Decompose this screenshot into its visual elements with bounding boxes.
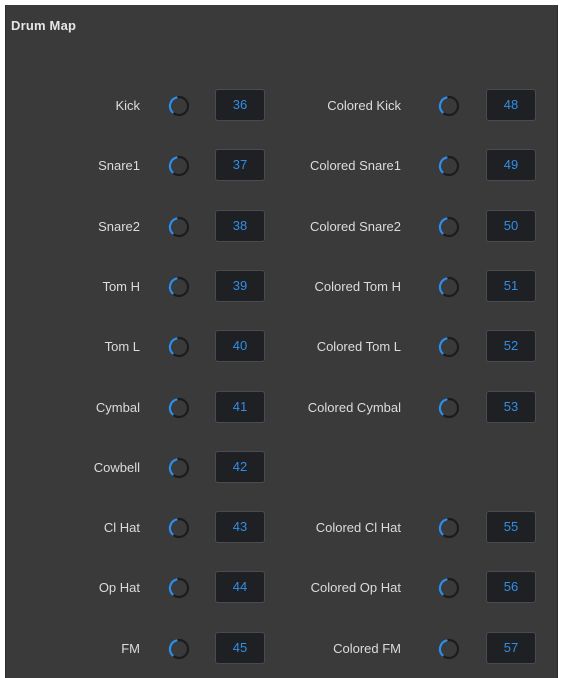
drum-label: Colored Cymbal: [307, 400, 401, 415]
drum-map-row: Colored Op Hat 56: [6, 571, 559, 605]
note-number-field[interactable]: 51: [486, 270, 536, 302]
drum-label: Colored Op Hat: [310, 580, 401, 595]
drum-map-row: Colored Tom H 51: [6, 270, 559, 304]
drum-label: Colored Snare2: [309, 219, 401, 234]
panel-title: Drum Map: [11, 18, 77, 33]
rotary-knob-icon[interactable]: [168, 457, 190, 479]
drum-label: Cowbell: [93, 460, 140, 475]
drum-label: Colored FM: [333, 641, 401, 656]
note-number-field[interactable]: 52: [486, 330, 536, 362]
rotary-knob-icon[interactable]: [438, 638, 460, 660]
drum-map-row: Colored Tom L 52: [6, 330, 559, 364]
drum-label: Colored Tom H: [314, 279, 401, 294]
rotary-knob-icon[interactable]: [438, 216, 460, 238]
drum-label: Colored Cl Hat: [315, 520, 401, 535]
rotary-knob-icon[interactable]: [438, 397, 460, 419]
note-number-field[interactable]: 49: [486, 149, 536, 181]
rotary-knob-icon[interactable]: [438, 95, 460, 117]
rotary-knob-icon[interactable]: [438, 577, 460, 599]
drum-map-row: Cowbell 42: [6, 451, 559, 485]
drum-map-row: Colored FM 57: [6, 632, 559, 666]
drum-map-row: Colored Cl Hat 55: [6, 511, 559, 545]
note-number-field[interactable]: 48: [486, 89, 536, 121]
drum-label: Colored Snare1: [309, 158, 401, 173]
rotary-knob-icon[interactable]: [438, 276, 460, 298]
drum-map-row: Colored Snare1 49: [6, 149, 559, 183]
drum-label: Colored Tom L: [316, 339, 401, 354]
drum-label: Colored Kick: [327, 98, 401, 113]
note-number-field[interactable]: 50: [486, 210, 536, 242]
note-number-field[interactable]: 42: [215, 451, 265, 483]
rotary-knob-icon[interactable]: [438, 517, 460, 539]
rotary-knob-icon[interactable]: [438, 155, 460, 177]
note-number-field[interactable]: 53: [486, 391, 536, 423]
drum-map-row: Colored Kick 48: [6, 89, 559, 123]
note-number-field[interactable]: 56: [486, 571, 536, 603]
drum-map-row: Colored Cymbal 53: [6, 391, 559, 425]
rotary-knob-icon[interactable]: [438, 336, 460, 358]
note-number-field[interactable]: 57: [486, 632, 536, 664]
note-number-field[interactable]: 55: [486, 511, 536, 543]
drum-map-panel: Drum Map Kick 36 Snare1 37 Snare2 38 Tom H 39 To…: [5, 5, 558, 678]
drum-map-row: Colored Snare2 50: [6, 210, 559, 244]
